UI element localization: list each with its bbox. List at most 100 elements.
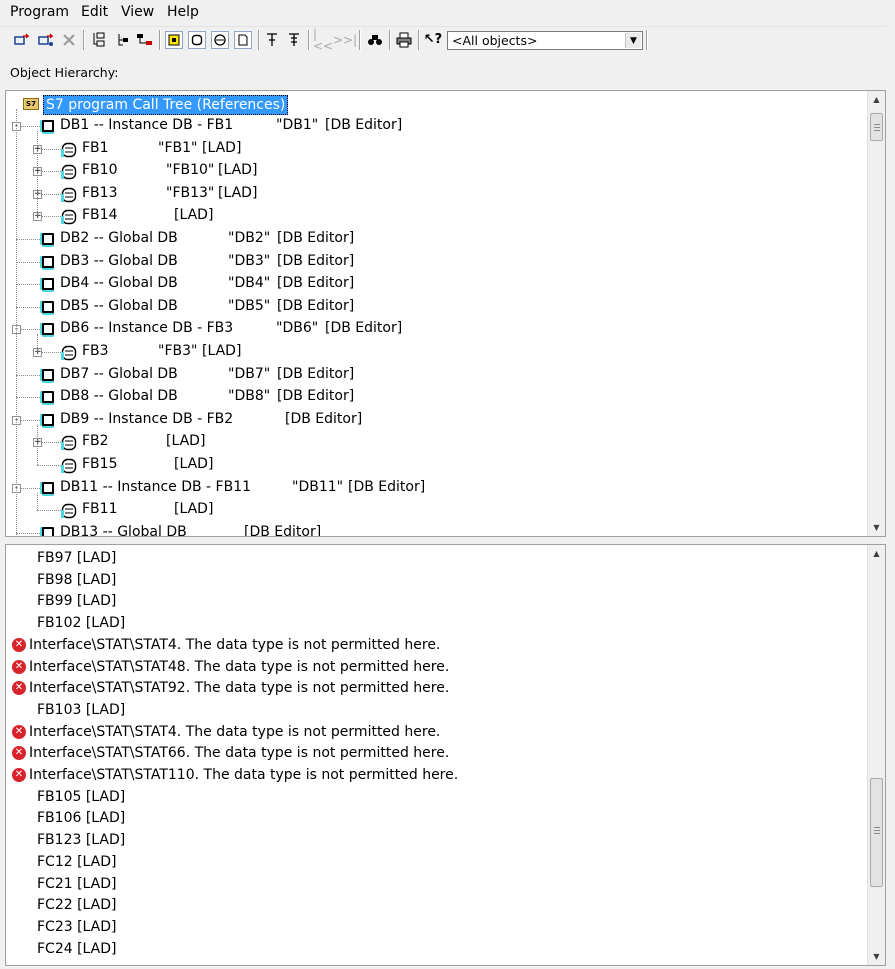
- tree-node-editor: [LAD]: [202, 343, 242, 359]
- fc-filter-icon[interactable]: [211, 31, 229, 49]
- tree-node[interactable]: DB11 -- Instance DB - FB11: [60, 477, 251, 497]
- tree-node[interactable]: FB14: [82, 205, 117, 225]
- tree-node[interactable]: FB2: [82, 431, 109, 451]
- error-message[interactable]: Interface\STAT\STAT4. The data type is n…: [29, 722, 440, 743]
- message-item[interactable]: FB102 [LAD]: [37, 613, 125, 634]
- tree-node[interactable]: DB13 -- Global DB: [60, 522, 187, 537]
- message-item[interactable]: FB123 [LAD]: [37, 830, 125, 851]
- tree-node[interactable]: FB11: [82, 499, 117, 519]
- error-message[interactable]: Interface\STAT\STAT4. The data type is n…: [29, 635, 440, 656]
- error-icon: ✕: [12, 746, 26, 761]
- open-online-icon[interactable]: [37, 31, 55, 49]
- tree-scrollbar[interactable]: ▲ ▼: [867, 91, 885, 536]
- db-filter-icon[interactable]: [165, 31, 183, 49]
- display-icon[interactable]: [90, 31, 108, 49]
- message-item[interactable]: FB103 [LAD]: [37, 700, 125, 721]
- message-list[interactable]: FB97 [LAD] FB98 [LAD] FB99 [LAD] FB102 [LAD…: [5, 544, 886, 966]
- delete-icon[interactable]: [60, 31, 78, 49]
- menu-edit[interactable]: Edit: [81, 3, 108, 21]
- find-icon[interactable]: [366, 31, 384, 49]
- tree-node-editor: [LAD]: [174, 207, 214, 224]
- tree-connector: [37, 424, 38, 465]
- toolbar-separator: [159, 30, 161, 50]
- function-block-icon: [61, 209, 77, 225]
- references-icon[interactable]: [136, 31, 154, 49]
- tree-node-editor: [LAD]: [218, 162, 258, 179]
- message-item[interactable]: FB105 [LAD]: [37, 787, 125, 808]
- error-message[interactable]: Interface\STAT\STAT48. The data type is …: [29, 657, 449, 678]
- tree-node-name: FB11: [82, 501, 118, 518]
- error-message[interactable]: Interface\STAT\STAT110. The data type is…: [29, 765, 458, 786]
- tree-node-symbol: "DB7": [228, 365, 271, 382]
- tree-node-name: FB1: [82, 139, 109, 156]
- tree-node[interactable]: DB5 -- Global DB: [60, 296, 178, 316]
- tree-node[interactable]: FB3: [82, 341, 109, 361]
- message-item[interactable]: FB106 [LAD]: [37, 808, 125, 829]
- tree-node-name: DB13 -- Global DB: [60, 523, 187, 537]
- message-item[interactable]: FC24 [LAD]: [37, 939, 117, 960]
- udt-filter-icon[interactable]: [234, 31, 252, 49]
- toolbar-separator: [258, 30, 260, 50]
- tree-node-name: DB3 -- Global DB: [60, 252, 178, 269]
- fb-filter-icon[interactable]: [188, 31, 206, 49]
- message-item[interactable]: FC22 [LAD]: [37, 895, 117, 916]
- prev-icon[interactable]: |<<: [313, 28, 333, 52]
- scroll-down-icon[interactable]: ▼: [868, 948, 885, 965]
- tree-node[interactable]: DB6 -- Instance DB - FB3: [60, 318, 233, 338]
- tree-node-editor: [LAD]: [166, 433, 206, 450]
- help-icon[interactable]: ↖?: [424, 31, 442, 49]
- tree-connector: [37, 510, 61, 512]
- tree-root[interactable]: S7 program Call Tree (References): [43, 95, 289, 115]
- next-icon[interactable]: >>|: [333, 31, 357, 49]
- scroll-up-icon[interactable]: ▲: [868, 91, 885, 108]
- tree-node[interactable]: DB1 -- Instance DB - FB1: [60, 115, 233, 135]
- tree-node[interactable]: FB1: [82, 138, 109, 158]
- scroll-down-icon[interactable]: ▼: [868, 519, 885, 536]
- tree-node[interactable]: DB3 -- Global DB: [60, 251, 178, 271]
- function-block-icon: [61, 187, 77, 202]
- tree-node[interactable]: FB10: [82, 160, 117, 180]
- open-icon[interactable]: [13, 31, 31, 49]
- tree-node[interactable]: DB4 -- Global DB: [60, 273, 178, 293]
- print-icon[interactable]: [395, 31, 413, 49]
- tree-node-name: DB7 -- Global DB: [60, 365, 178, 382]
- tree-connector: [16, 261, 40, 263]
- message-scroll-thumb[interactable]: [870, 778, 883, 887]
- tree-node-name: FB3: [82, 343, 109, 359]
- tree-node[interactable]: DB8 -- Global DB: [60, 386, 178, 406]
- object-filter-select[interactable]: <All objects> ▼: [447, 31, 643, 50]
- tree-node-editor: [LAD]: [174, 501, 214, 518]
- tree-node-name: DB2 -- Global DB: [60, 230, 178, 246]
- menu-help[interactable]: Help: [167, 3, 199, 21]
- tree-node[interactable]: DB9 -- Instance DB - FB2: [60, 409, 233, 429]
- message-item[interactable]: FB97 [LAD]: [37, 548, 116, 569]
- error-message[interactable]: Interface\STAT\STAT92. The data type is …: [29, 678, 449, 699]
- message-item[interactable]: FC12 [LAD]: [37, 852, 117, 873]
- toolbar: |<< >>| ↖?: [0, 26, 887, 55]
- unused-icon[interactable]: [263, 31, 281, 49]
- tree-icon[interactable]: [115, 31, 133, 49]
- error-icon: ✕: [12, 724, 26, 739]
- menu-view[interactable]: View: [121, 3, 154, 21]
- tree-node[interactable]: DB7 -- Global DB: [60, 364, 178, 384]
- tree-node[interactable]: FB15: [82, 454, 117, 474]
- tree-scroll-thumb[interactable]: [870, 113, 883, 141]
- message-item[interactable]: FB99 [LAD]: [37, 591, 116, 612]
- message-item[interactable]: FB98 [LAD]: [37, 570, 116, 591]
- tree-node-name: DB1 -- Instance DB - FB1: [60, 117, 234, 133]
- scroll-up-icon[interactable]: ▲: [868, 545, 885, 562]
- tree-node-name: DB5 -- Global DB: [60, 297, 178, 314]
- tree-node[interactable]: DB2 -- Global DB: [60, 228, 178, 248]
- error-message[interactable]: Interface\STAT\STAT66. The data type is …: [29, 743, 449, 764]
- toolbar-separator: [359, 30, 361, 50]
- object-hierarchy-tree[interactable]: S7 S7 program Call Tree (References) - DB…: [5, 90, 886, 537]
- message-item[interactable]: FC21 [LAD]: [37, 874, 117, 895]
- chevron-down-icon[interactable]: ▼: [625, 33, 641, 48]
- menu-program[interactable]: Program: [10, 3, 69, 21]
- message-scrollbar[interactable]: ▲ ▼: [867, 545, 885, 965]
- tree-node-symbol: "FB10": [166, 162, 215, 179]
- tree-node[interactable]: FB13: [82, 183, 117, 203]
- tree-node-symbol: "DB11": [292, 478, 344, 495]
- message-item[interactable]: FC23 [LAD]: [37, 917, 117, 938]
- collapse-icon[interactable]: [285, 31, 303, 49]
